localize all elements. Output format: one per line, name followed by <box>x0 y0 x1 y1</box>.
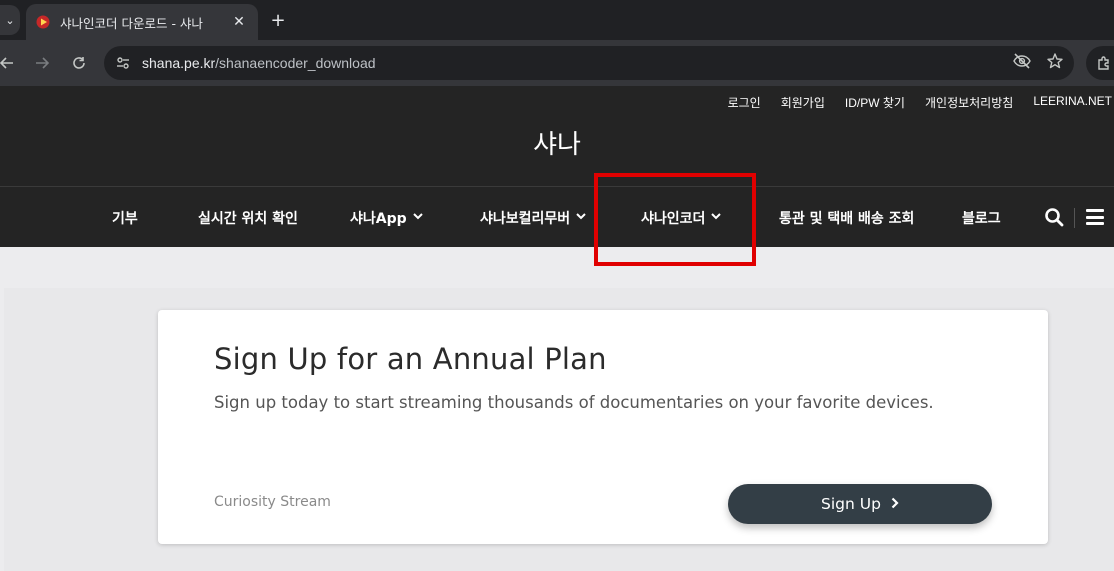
login-link[interactable]: 로그인 <box>728 94 761 111</box>
site-header: 로그인 회원가입 ID/PW 찾기 개인정보처리방침 LEERINA.NET 샤… <box>0 86 1114 186</box>
nav-item-realtime-location[interactable]: 실시간 위치 확인 <box>198 187 298 248</box>
browser-tab[interactable]: 샤나인코더 다운로드 - 샤나 ✕ <box>26 4 258 40</box>
nav-item-donate[interactable]: 기부 <box>112 187 138 248</box>
sign-up-button[interactable]: Sign Up <box>728 484 992 524</box>
extensions-button[interactable] <box>1086 46 1114 80</box>
chevron-right-icon <box>891 495 899 513</box>
ad-source[interactable]: Curiosity Stream <box>214 494 331 510</box>
ad-description: Sign up today to start streaming thousan… <box>214 393 934 412</box>
ad-card: Sign Up for an Annual Plan Sign up today… <box>158 310 1048 544</box>
chevron-down-icon <box>711 212 722 223</box>
site-info-icon[interactable] <box>106 46 140 80</box>
site-favicon-icon <box>36 15 50 29</box>
back-arrow-icon <box>0 57 13 69</box>
nav-item-blog[interactable]: 블로그 <box>962 187 1001 248</box>
tab-search-button[interactable]: ⌄ <box>0 5 20 35</box>
signup-link[interactable]: 회원가입 <box>781 94 825 111</box>
forward-arrow-icon <box>36 57 50 69</box>
ad-title: Sign Up for an Annual Plan <box>214 342 607 376</box>
privacy-policy-link[interactable]: 개인정보처리방침 <box>925 94 1013 111</box>
chevron-down-icon <box>412 212 423 223</box>
find-id-pw-link[interactable]: ID/PW 찾기 <box>845 94 905 111</box>
forward-button[interactable] <box>29 50 55 76</box>
puzzle-icon <box>1098 56 1109 70</box>
nav-item-label: 샤나App <box>350 210 407 227</box>
nav-divider <box>1074 208 1075 228</box>
utility-links: 로그인 회원가입 ID/PW 찾기 개인정보처리방침 LEERINA.NET <box>728 94 1112 111</box>
site-logo[interactable]: 샤나 <box>0 124 1114 161</box>
nav-item-label: 실시간 위치 확인 <box>198 210 298 227</box>
reload-icon <box>73 57 85 69</box>
search-icon[interactable] <box>1044 207 1066 229</box>
leerina-link[interactable]: LEERINA.NET <box>1033 94 1112 111</box>
close-tab-icon[interactable]: ✕ <box>230 14 248 30</box>
back-button[interactable] <box>0 50 20 76</box>
nav-item-customs-tracking[interactable]: 통관 및 택배 배송 조회 <box>779 187 914 248</box>
nav-item-shana-encoder[interactable]: 샤나인코더 <box>641 187 722 248</box>
sign-up-label: Sign Up <box>821 495 881 513</box>
main-nav: 기부 실시간 위치 확인 샤나App 샤나보컬리무버 샤나인코더 통관 및 택배… <box>0 186 1114 247</box>
browser-tab-bar: ⌄ 샤나인코더 다운로드 - 샤나 ✕ + <box>0 0 1114 40</box>
address-bar[interactable]: shana.pe.kr/shanaencoder_download <box>104 46 1074 80</box>
new-tab-button[interactable]: + <box>266 8 290 32</box>
eye-off-icon[interactable] <box>1012 53 1032 73</box>
url-domain: shana.pe.kr <box>142 55 216 71</box>
url-path: /shanaencoder_download <box>215 55 376 71</box>
browser-toolbar: shana.pe.kr/shanaencoder_download <box>0 40 1114 86</box>
reload-button[interactable] <box>66 50 92 76</box>
nav-item-shana-app[interactable]: 샤나App <box>350 187 423 248</box>
chevron-down-icon: ⌄ <box>5 13 15 27</box>
bookmark-star-icon[interactable] <box>1046 52 1064 74</box>
nav-item-label: 통관 및 택배 배송 조회 <box>779 210 915 227</box>
hamburger-menu-icon[interactable] <box>1086 209 1104 225</box>
nav-item-label: 샤나보컬리무버 <box>480 210 571 227</box>
nav-item-label: 기부 <box>112 210 138 227</box>
chevron-down-icon <box>576 212 586 223</box>
tab-title: 샤나인코더 다운로드 - 샤나 <box>60 15 203 31</box>
nav-item-vocal-remover[interactable]: 샤나보컬리무버 <box>480 187 586 248</box>
url-text[interactable]: shana.pe.kr/shanaencoder_download <box>142 55 376 71</box>
nav-item-label: 샤나인코더 <box>641 210 706 227</box>
nav-item-label: 블로그 <box>962 210 1001 227</box>
